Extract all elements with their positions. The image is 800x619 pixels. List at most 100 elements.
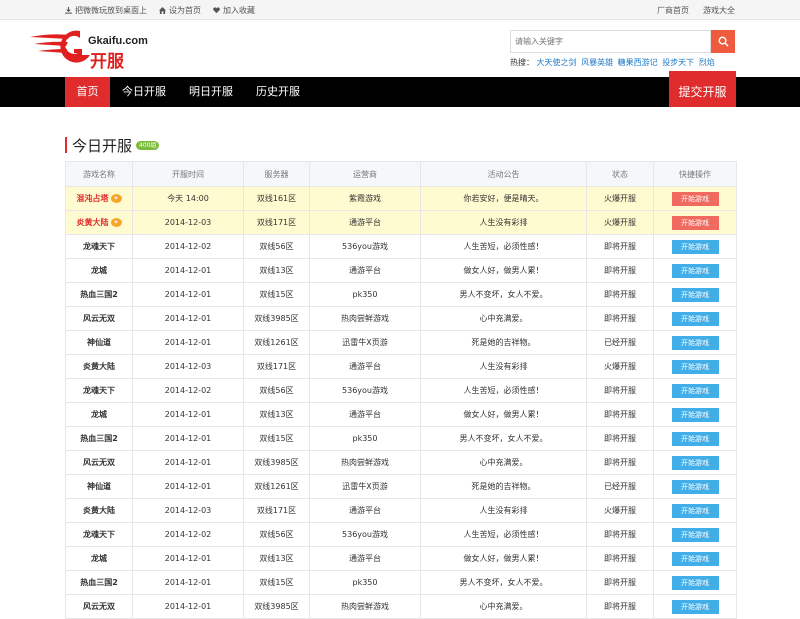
game-name-cell[interactable]: 炎黄大陆 (65, 498, 133, 523)
start-game-button[interactable]: 开始游戏 (671, 503, 719, 518)
game-name-cell[interactable]: 神仙道 (65, 474, 133, 499)
search-input[interactable] (510, 30, 711, 53)
game-directory-link[interactable]: 游戏大全 (703, 5, 735, 16)
status-cell-text: 即将开服 (604, 242, 636, 251)
set-homepage-link[interactable]: 设为首页 (159, 5, 201, 16)
operator-cell: pk350 (309, 570, 421, 595)
open-time-cell-text: 2014-12-01 (164, 338, 212, 347)
submit-server-button[interactable]: 提交开服 (669, 71, 736, 107)
operator-cell-text: 热肉尝鲜游戏 (341, 458, 389, 467)
game-name-cell-text[interactable]: 风云无双 (83, 458, 115, 467)
game-name-cell[interactable]: 风云无双 (65, 306, 133, 331)
table-row: 风云无双 2014-12-01 双线3985区 热肉尝鲜游戏 心中充满爱。 即将开服 开始游… (65, 594, 737, 619)
game-name-cell-text[interactable]: 混沌占塔 (77, 194, 109, 203)
game-name-cell[interactable]: 神仙道 (65, 330, 133, 355)
add-favorite-link[interactable]: 加入收藏 (213, 5, 255, 16)
search-button[interactable] (711, 30, 735, 53)
start-game-button[interactable]: 开始游戏 (671, 287, 719, 302)
game-name-cell[interactable]: 炎黄大陆 (65, 354, 133, 379)
game-name-cell[interactable]: 龙城 (65, 546, 133, 571)
nav-history[interactable]: 历史开服 (246, 77, 310, 107)
game-name-cell[interactable]: 风云无双 (65, 450, 133, 475)
add-to-desktop-link[interactable]: 把微微玩放到桌面上 (65, 5, 147, 16)
nav-today[interactable]: 今日开服 (112, 77, 176, 107)
hot-link[interactable]: 风暴英雄 (581, 58, 613, 67)
game-name-cell-text[interactable]: 龙魂天下 (83, 242, 115, 251)
game-name-cell-text[interactable]: 炎黄大陆 (83, 362, 115, 371)
game-name-cell[interactable]: 龙魂天下 (65, 522, 133, 547)
nav-tomorrow[interactable]: 明日开服 (178, 77, 244, 107)
start-game-button[interactable]: 开始游戏 (671, 359, 719, 374)
game-name-cell-text[interactable]: 热血三国2 (80, 290, 118, 299)
notice-cell-text: 人生苦短，必须性感！ (463, 386, 544, 395)
game-name-cell[interactable]: 混沌占塔 ✦ (65, 186, 133, 211)
game-name-cell-text[interactable]: 龙城 (91, 266, 107, 275)
start-game-button[interactable]: 开始游戏 (671, 599, 719, 614)
open-time-cell: 2014-12-02 (132, 522, 244, 547)
start-game-button[interactable]: 开始游戏 (671, 431, 719, 446)
game-name-cell-text[interactable]: 炎黄大陆 (83, 506, 115, 515)
column-header: 运营商 (309, 161, 421, 187)
game-name-cell-text[interactable]: 龙魂天下 (83, 530, 115, 539)
start-game-button[interactable]: 开始游戏 (671, 527, 719, 542)
table-row: 龙魂天下 2014-12-02 双线56区 536you游戏 人生苦短，必须性感！ 即将开… (65, 234, 737, 259)
server-cell-text: 双线56区 (259, 242, 294, 251)
page-title: 今日开服 (72, 136, 133, 155)
start-game-button[interactable]: 开始游戏 (671, 215, 719, 230)
operator-cell-text: 通游平台 (349, 362, 381, 371)
notice-cell: 人生苦短，必须性感！ (420, 378, 587, 403)
start-game-button[interactable]: 开始游戏 (671, 335, 719, 350)
hot-link[interactable]: 投步天下 (662, 58, 694, 67)
game-name-cell[interactable]: 热血三国2 (65, 570, 133, 595)
server-cell: 双线171区 (243, 498, 310, 523)
start-game-button[interactable]: 开始游戏 (671, 263, 719, 278)
operator-cell-text: pk350 (352, 290, 378, 299)
game-name-cell-text[interactable]: 热血三国2 (80, 434, 118, 443)
hot-link[interactable]: 大天使之剑 (537, 58, 577, 67)
game-name-cell[interactable]: 龙城 (65, 258, 133, 283)
vendor-home-link[interactable]: 厂商首页 (657, 5, 689, 16)
start-game-button[interactable]: 开始游戏 (671, 191, 719, 206)
hot-link[interactable]: 烈焰 (699, 58, 715, 67)
start-game-button[interactable]: 开始游戏 (671, 311, 719, 326)
start-game-button[interactable]: 开始游戏 (671, 575, 719, 590)
start-game-button[interactable]: 开始游戏 (671, 455, 719, 470)
game-name-cell[interactable]: 炎黄大陆 ✦ (65, 210, 133, 235)
operator-cell: 迅雷牛X页游 (309, 330, 421, 355)
game-name-cell-text[interactable]: 热血三国2 (80, 578, 118, 587)
hot-link[interactable]: 糖果西游记 (618, 58, 658, 67)
game-name-cell-text[interactable]: 龙城 (91, 410, 107, 419)
open-time-cell: 2014-12-02 (132, 378, 244, 403)
nav-home[interactable]: 首页 (65, 77, 110, 107)
start-game-button[interactable]: 开始游戏 (671, 551, 719, 566)
notice-cell: 你若安好，便是晴天。 (420, 186, 587, 211)
game-name-cell[interactable]: 龙魂天下 (65, 234, 133, 259)
operator-cell: 536you游戏 (309, 378, 421, 403)
start-game-button[interactable]: 开始游戏 (671, 239, 719, 254)
game-name-cell-text[interactable]: 龙魂天下 (83, 386, 115, 395)
operator-cell: 通游平台 (309, 402, 421, 427)
action-cell: 开始游戏 (653, 282, 737, 307)
game-name-cell[interactable]: 龙城 (65, 402, 133, 427)
game-name-cell-text[interactable]: 炎黄大陆 (77, 218, 109, 227)
start-game-button[interactable]: 开始游戏 (671, 407, 719, 422)
server-cell-text: 双线3985区 (254, 458, 299, 467)
notice-cell: 男人不变坏，女人不爱。 (420, 282, 587, 307)
operator-cell: 热肉尝鲜游戏 (309, 594, 421, 619)
status-cell: 即将开服 (586, 450, 654, 475)
game-name-cell[interactable]: 热血三国2 (65, 426, 133, 451)
game-name-cell[interactable]: 风云无双 (65, 594, 133, 619)
operator-cell: 紫霞游戏 (309, 186, 421, 211)
game-name-cell-text[interactable]: 龙城 (91, 554, 107, 563)
open-time-cell-text: 2014-12-02 (164, 386, 212, 395)
start-game-button[interactable]: 开始游戏 (671, 383, 719, 398)
game-name-cell[interactable]: 龙魂天下 (65, 378, 133, 403)
game-name-cell[interactable]: 热血三国2 (65, 282, 133, 307)
open-time-cell: 2014-12-01 (132, 402, 244, 427)
game-name-cell-text[interactable]: 风云无双 (83, 602, 115, 611)
game-name-cell-text[interactable]: 神仙道 (87, 482, 111, 491)
start-game-button[interactable]: 开始游戏 (671, 479, 719, 494)
site-logo[interactable]: Gkaifu.com 开服 (30, 27, 170, 72)
game-name-cell-text[interactable]: 神仙道 (87, 338, 111, 347)
game-name-cell-text[interactable]: 风云无双 (83, 314, 115, 323)
